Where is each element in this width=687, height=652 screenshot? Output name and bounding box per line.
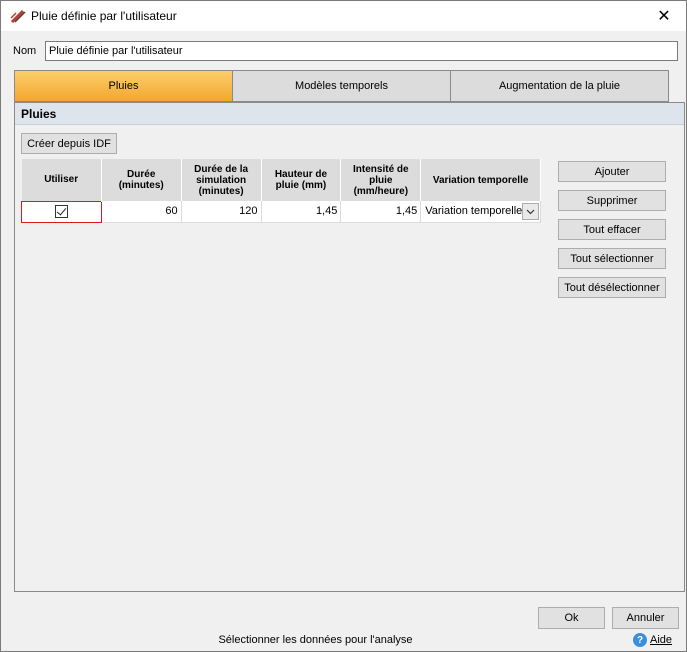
cancel-button[interactable]: Annuler [612,607,679,629]
header-height[interactable]: Hauteur de pluie (mm) [261,159,342,201]
help-label[interactable]: Aide [650,634,672,646]
help-icon[interactable]: ? [633,633,647,647]
name-label: Nom [13,45,37,57]
sim-duration-cell[interactable]: 120 [181,201,262,223]
use-checkbox[interactable] [54,205,68,218]
title-bar: Pluie définie par l'utilisateur ✕ [1,1,686,31]
select-all-button[interactable]: Tout sélectionner [558,248,666,269]
create-from-idf-button[interactable]: Créer depuis IDF [21,133,117,154]
name-input[interactable] [45,41,678,61]
intensity-cell[interactable]: 1,45 [340,201,422,223]
header-use[interactable]: Utiliser [21,159,102,201]
chevron-down-icon[interactable] [522,203,539,220]
rain-pencil-icon [10,9,26,24]
duration-cell[interactable]: 60 [101,201,182,223]
section-title: Pluies [15,103,684,125]
tab-bar: Pluies Modèles temporels Augmentation de… [14,70,669,102]
tab-rain-increase[interactable]: Augmentation de la pluie [451,71,668,101]
header-intensity[interactable]: Intensité de pluie (mm/heure) [340,159,422,201]
help-link[interactable]: ? Aide [633,633,672,647]
clear-all-button[interactable]: Tout effacer [558,219,666,240]
height-cell[interactable]: 1,45 [261,201,342,223]
delete-button[interactable]: Supprimer [558,190,666,211]
ok-button[interactable]: Ok [538,607,605,629]
status-text: Sélectionner les données pour l'analyse [218,634,413,646]
deselect-all-button[interactable]: Tout désélectionner [558,277,666,298]
use-cell[interactable] [21,200,102,223]
header-variation[interactable]: Variation temporelle [420,159,541,201]
dialog-window: Pluie définie par l'utilisateur ✕ Nom Pl… [0,0,687,652]
rains-panel: Pluies Créer depuis IDF Utiliser Durée (… [14,102,685,592]
variation-combo[interactable]: Variation temporelle [420,201,541,223]
rains-table: Utiliser Durée (minutes) Durée de la sim… [21,159,541,223]
header-sim-duration[interactable]: Durée de la simulation (minutes) [181,159,262,201]
tab-temporal-models[interactable]: Modèles temporels [233,71,451,101]
window-title: Pluie définie par l'utilisateur [31,9,177,23]
table-row: 60 120 1,45 1,45 Variation temporelle [21,200,541,223]
add-button[interactable]: Ajouter [558,161,666,182]
close-icon[interactable]: ✕ [642,1,686,31]
tab-rains[interactable]: Pluies [15,71,233,101]
header-duration[interactable]: Durée (minutes) [101,159,182,201]
variation-value: Variation temporelle [425,205,523,218]
